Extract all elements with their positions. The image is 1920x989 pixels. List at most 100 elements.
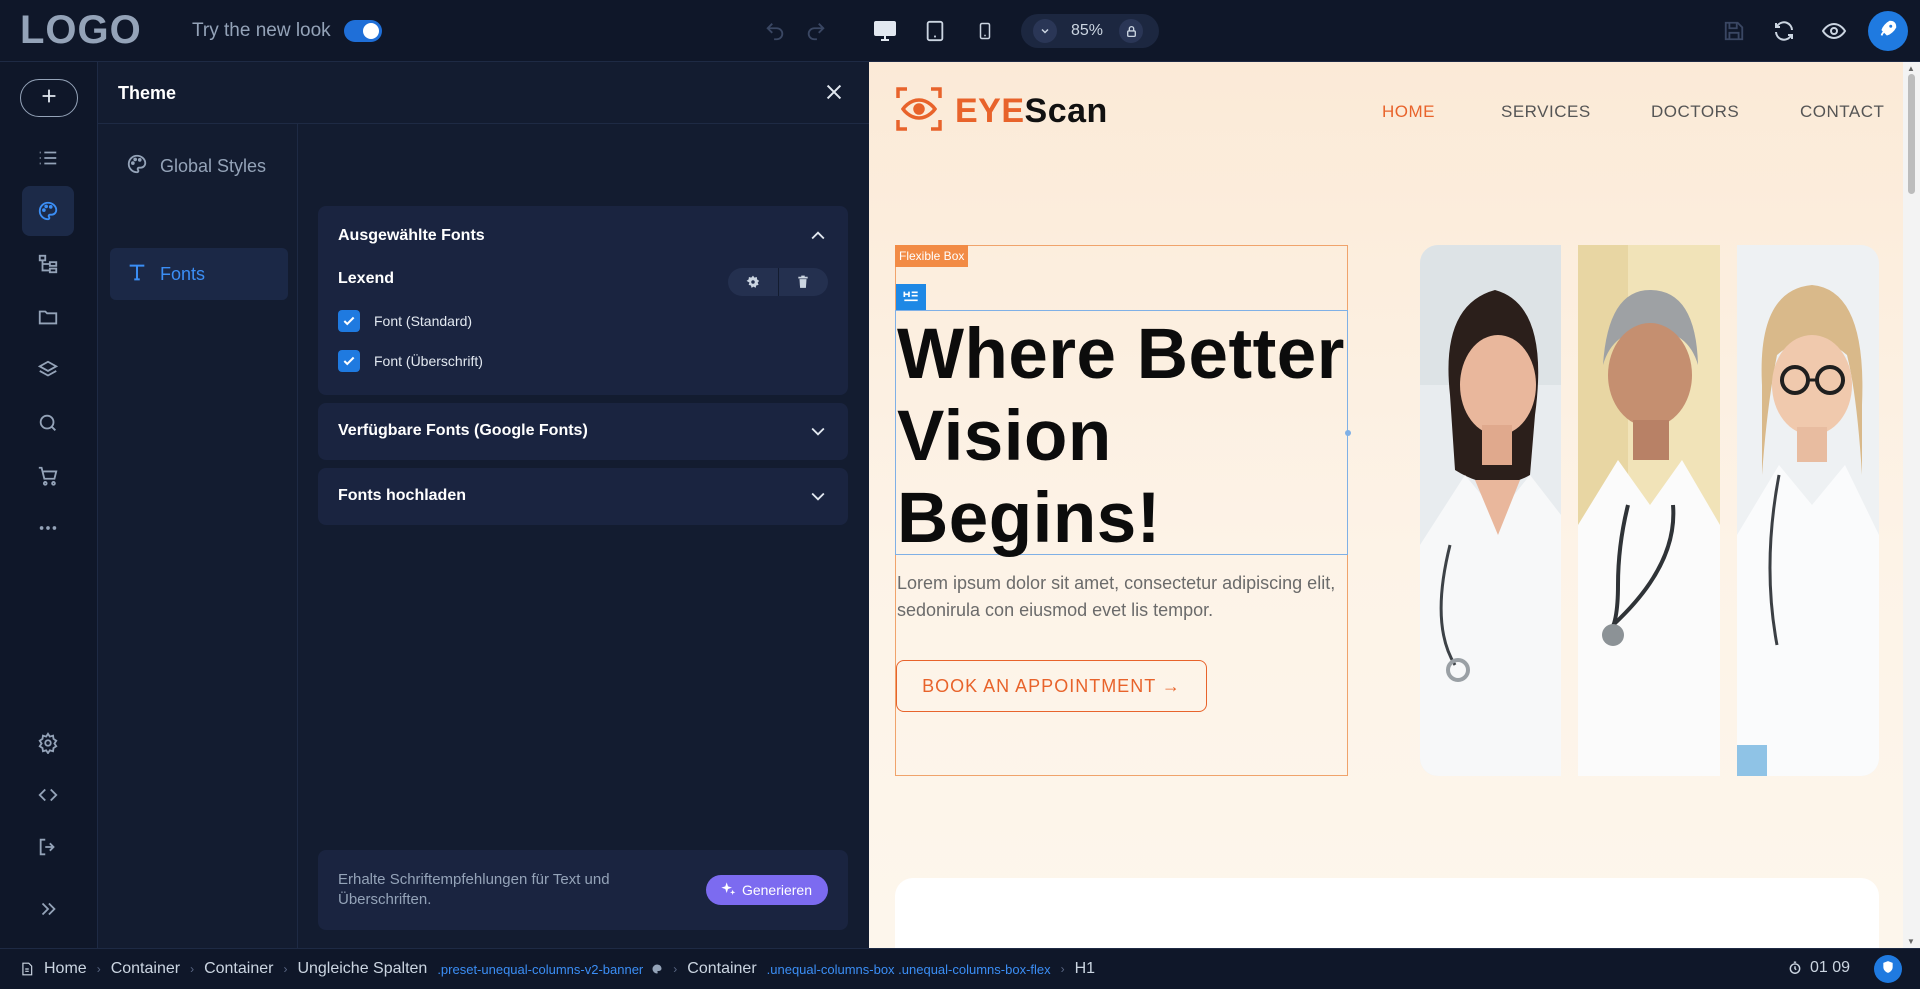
brand-scan: Scan — [1024, 92, 1108, 130]
theme-panel: Theme Global Styles Fonts Ausgewählte Fo… — [98, 62, 869, 948]
upload-fonts-section[interactable]: Fonts hochladen — [318, 468, 848, 525]
nav-item-label: Global Styles — [160, 155, 267, 176]
brand-name: EYEScan — [955, 92, 1108, 131]
chevron-right-icon: › — [673, 962, 678, 976]
desktop-view-icon[interactable] — [868, 14, 902, 48]
page-preview-canvas[interactable]: EYEScan HOME SERVICES DOCTORS CONTACT Fl… — [869, 62, 1920, 948]
save-icon[interactable] — [1717, 14, 1751, 48]
menu-contact[interactable]: CONTACT — [1800, 102, 1884, 122]
menu-services[interactable]: SERVICES — [1501, 102, 1591, 122]
next-section-card: E t E O F D — [895, 878, 1879, 948]
left-rail — [0, 62, 98, 948]
mobile-view-icon[interactable] — [968, 14, 1002, 48]
code-icon[interactable] — [22, 770, 74, 820]
nav-item-global-styles[interactable]: Global Styles — [110, 140, 288, 192]
panel-header: Theme — [98, 62, 869, 124]
add-element-button[interactable] — [20, 79, 78, 117]
doctor-photo-1 — [1420, 245, 1561, 776]
more-dots-icon[interactable] — [22, 503, 74, 553]
publish-rocket-button[interactable] — [1868, 11, 1908, 51]
available-fonts-section[interactable]: Verfügbare Fonts (Google Fonts) — [318, 403, 848, 460]
heading-widget-icon[interactable] — [896, 284, 926, 310]
checkbox-checked-icon[interactable] — [338, 350, 360, 372]
preview-eye-icon[interactable] — [1817, 14, 1851, 48]
chevron-right-icon: › — [283, 962, 288, 976]
undo-icon[interactable] — [758, 14, 792, 48]
hero-headline[interactable]: Where Better Vision Begins! — [897, 314, 1347, 560]
redo-icon[interactable] — [799, 14, 833, 48]
theme-nav: Global Styles Fonts — [98, 124, 298, 948]
option-label: Font (Standard) — [374, 313, 473, 329]
menu-doctors[interactable]: DOCTORS — [1651, 102, 1739, 122]
new-look-toggle[interactable] — [344, 20, 382, 42]
security-shield-button[interactable] — [1874, 955, 1902, 983]
generate-button[interactable]: Generieren — [705, 875, 828, 905]
section-title: Verfügbare Fonts (Google Fonts) — [338, 422, 588, 439]
panel-title: Theme — [118, 83, 177, 103]
palette-icon[interactable] — [22, 186, 74, 236]
selected-fonts-section: Ausgewählte Fonts Lexend Font (Standard) — [318, 206, 848, 395]
expand-double-chevron-icon[interactable] — [22, 884, 74, 934]
chevron-down-icon[interactable] — [1033, 19, 1057, 43]
font-settings-gear-icon[interactable] — [728, 268, 779, 296]
brand-eye: EYE — [955, 92, 1025, 130]
list-icon[interactable] — [22, 133, 74, 183]
section-title: Fonts hochladen — [338, 487, 466, 504]
breadcrumb-h1[interactable]: H1 — [1075, 960, 1095, 978]
close-icon[interactable] — [823, 81, 845, 108]
timer-value: 01 09 — [1809, 959, 1850, 976]
palette-icon — [651, 963, 663, 975]
tree-structure-icon[interactable] — [22, 239, 74, 289]
site-brand[interactable]: EYEScan — [895, 85, 1108, 138]
top-bar: LOGO Try the new look 85% — [0, 0, 1920, 62]
refresh-icon[interactable] — [1767, 14, 1801, 48]
exit-icon[interactable] — [22, 822, 74, 872]
trash-icon[interactable] — [779, 268, 829, 296]
nav-item-label: Fonts — [160, 263, 206, 284]
palette-icon — [126, 153, 148, 180]
zoom-control[interactable]: 85% — [1021, 14, 1159, 48]
breadcrumb-class: .preset-unequal-columns-v2-banner — [437, 961, 644, 977]
scroll-down-arrow-icon[interactable]: ▼ — [1907, 937, 1915, 946]
font-name: Lexend — [338, 270, 395, 287]
settings-gear-icon[interactable] — [22, 718, 74, 768]
eye-scan-logo-icon — [895, 85, 943, 138]
checkbox-checked-icon[interactable] — [338, 310, 360, 332]
zoom-value: 85% — [1071, 22, 1104, 39]
preview-scrollbar[interactable]: ▲ ▼ — [1903, 62, 1920, 948]
sparkle-icon — [720, 881, 736, 900]
resize-handle[interactable] — [1345, 430, 1351, 436]
session-timer: 01 09 — [1788, 959, 1850, 977]
next-section-heading-peek: E t E O F D — [1055, 936, 1409, 948]
doctor-photo-3 — [1737, 245, 1879, 776]
nav-item-fonts[interactable]: Fonts — [110, 248, 288, 300]
app-logo: LOGO — [20, 8, 142, 52]
folder-icon[interactable] — [22, 292, 74, 342]
layers-icon[interactable] — [22, 345, 74, 395]
breadcrumb-home[interactable]: Home — [44, 960, 87, 978]
stopwatch-icon — [1788, 961, 1802, 975]
chevron-up-icon[interactable] — [808, 226, 828, 251]
chevron-down-icon[interactable] — [808, 486, 828, 511]
book-appointment-button[interactable]: BOOK AN APPOINTMENT → — [896, 660, 1207, 712]
tablet-view-icon[interactable] — [918, 14, 952, 48]
chevron-down-icon[interactable] — [808, 421, 828, 446]
scroll-thumb[interactable] — [1908, 74, 1915, 194]
breadcrumb-container-3[interactable]: Container — [687, 960, 756, 978]
menu-home[interactable]: HOME — [1382, 102, 1435, 122]
cart-icon[interactable] — [22, 451, 74, 501]
search-icon[interactable] — [22, 398, 74, 448]
breadcrumb-container-2[interactable]: Container — [204, 960, 273, 978]
font-standard-option[interactable]: Font (Standard) — [338, 310, 472, 332]
font-heading-option[interactable]: Font (Überschrift) — [338, 350, 483, 372]
doctor-photo-2 — [1578, 245, 1720, 776]
scroll-up-arrow-icon[interactable]: ▲ — [1907, 64, 1915, 73]
breadcrumb-unequal-columns[interactable]: Ungleiche Spalten — [297, 960, 427, 978]
fonts-content: Ausgewählte Fonts Lexend Font (Standard) — [298, 124, 869, 948]
breadcrumb-container-1[interactable]: Container — [111, 960, 180, 978]
section-title[interactable]: Ausgewählte Fonts — [338, 227, 485, 245]
hero-lead-text[interactable]: Lorem ipsum dolor sit amet, consectetur … — [897, 570, 1342, 624]
page-icon — [20, 961, 34, 977]
lock-icon[interactable] — [1119, 19, 1144, 43]
text-icon — [126, 261, 148, 288]
